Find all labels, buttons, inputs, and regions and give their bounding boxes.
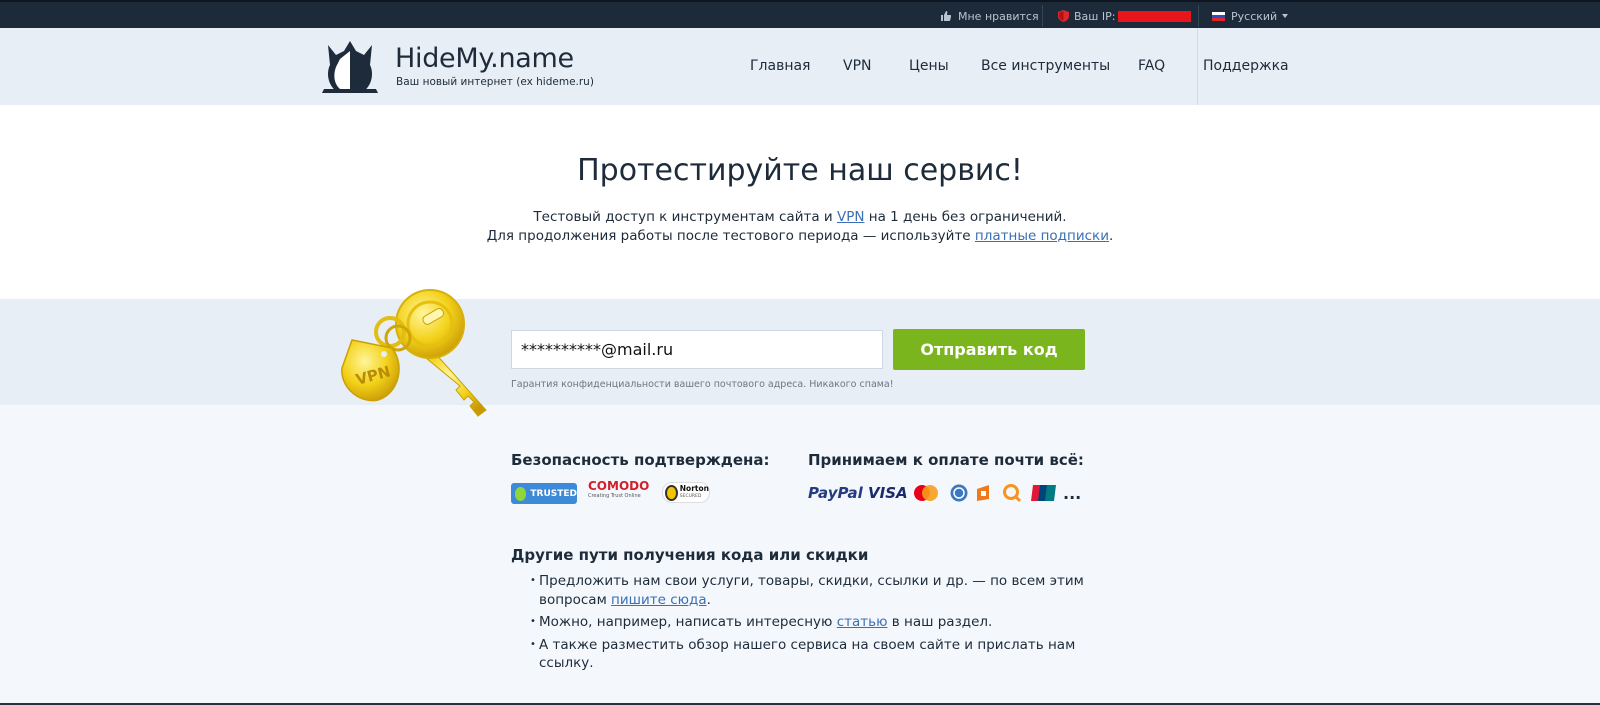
page-title: Протестируйте наш сервис! [577, 153, 1023, 188]
more-payment-methods: ... [1063, 483, 1082, 503]
topbar-divider [1198, 5, 1199, 27]
nav-home[interactable]: Главная [750, 58, 810, 74]
nav-divider [1197, 28, 1198, 105]
paypal-logo: PayPal [808, 483, 863, 503]
qiwi-icon [1003, 484, 1022, 503]
russia-flag-icon [1212, 11, 1225, 21]
norton-label: Norton [679, 483, 709, 493]
list-item: Можно, например, написать интересную ста… [530, 613, 1100, 632]
email-field[interactable]: **********@mail.ru [511, 330, 883, 369]
other-ways-list: Предложить нам свои услуги, товары, скид… [530, 572, 1100, 677]
paid-subscriptions-link[interactable]: платные подписки [975, 228, 1109, 244]
list-item-text: Можно, например, написать интересную [539, 614, 837, 630]
comodo-tagline: Creating Trust Online [588, 493, 641, 499]
hero-text: на 1 день без ограничений. [864, 209, 1067, 225]
hero-section: Протестируйте наш сервис! Тестовый досту… [0, 105, 1600, 299]
norton-check-icon [665, 484, 678, 501]
nav-faq[interactable]: FAQ [1138, 58, 1165, 74]
topbar-divider [1042, 5, 1043, 27]
nav-support[interactable]: Поддержка [1203, 58, 1289, 74]
norton-badge[interactable]: Norton SECURED [662, 482, 710, 503]
ip-display: Ваш IP: [1058, 2, 1192, 30]
send-code-button[interactable]: Отправить код [893, 329, 1085, 370]
logo-title[interactable]: HideMy.name [395, 43, 574, 74]
hero-text: . [1108, 228, 1114, 244]
comodo-label: COMODO [588, 479, 650, 493]
norton-text: Norton SECURED [679, 483, 709, 501]
mastercard-icon [914, 485, 938, 501]
security-title: Безопасность подтверждена: [511, 451, 770, 469]
visa-label: VISA [868, 484, 908, 502]
caret-down-icon [1282, 14, 1289, 18]
comodo-badge[interactable]: COMODO Creating Trust Online [588, 480, 652, 504]
article-link[interactable]: статью [837, 614, 888, 630]
hero-line-2: Для продолжения работы после тестового п… [0, 228, 1600, 244]
like-label: Мне нравится [958, 9, 1039, 23]
logo-subtitle: Ваш новый интернет (ex hideme.ru) [396, 76, 594, 88]
trusted-label: TRUSTED [530, 488, 577, 499]
yandex-money-icon [977, 485, 989, 501]
privacy-note: Гарантия конфиденциальности вашего почто… [511, 379, 894, 390]
webmoney-icon [950, 484, 968, 502]
trusted-badge[interactable]: TRUSTED [511, 483, 577, 504]
language-label: Русский [1231, 9, 1278, 23]
vpn-link[interactable]: VPN [837, 209, 864, 225]
ip-label: Ваш IP: [1074, 9, 1116, 23]
write-here-link[interactable]: пишите сюда [611, 592, 707, 608]
hero-line-1: Тестовый доступ к инструментам сайта и V… [0, 209, 1600, 225]
visa-logo: VISA [868, 483, 908, 503]
nav-all-tools[interactable]: Все инструменты [981, 58, 1110, 74]
list-item: Предложить нам свои услуги, товары, скид… [530, 572, 1100, 609]
thumbs-up-icon [941, 11, 952, 21]
list-item-text: . [706, 591, 711, 608]
nav-vpn[interactable]: VPN [843, 58, 872, 74]
nav-prices[interactable]: Цены [909, 58, 949, 74]
list-item: А также разместить обзор нашего сервиса … [530, 636, 1100, 673]
golden-keys-illustration: VPN [341, 289, 487, 417]
email-value: **********@mail.ru [521, 340, 674, 359]
hero-text: Тестовый доступ к инструментам сайта и [533, 209, 837, 225]
site-header: HideMy.name Ваш новый интернет (ex hidem… [0, 28, 1600, 105]
unionpay-icon [1031, 485, 1056, 501]
list-item-text: в наш раздел. [887, 614, 993, 630]
norton-secured-label: SECURED [679, 493, 702, 499]
payment-title: Принимаем к оплате почти всё: [808, 451, 1084, 469]
hero-text: Для продолжения работы после тестового п… [486, 228, 975, 244]
top-bar: Мне нравится Ваш IP: Русский [0, 0, 1600, 28]
check-icon [515, 486, 527, 501]
list-item-text: А также разместить обзор нашего сервиса … [539, 636, 1076, 672]
shield-icon [1058, 10, 1069, 22]
language-selector[interactable]: Русский [1212, 2, 1289, 30]
like-link[interactable]: Мне нравится [940, 2, 1039, 30]
other-ways-title: Другие пути получения кода или скидки [511, 546, 869, 564]
paypal-label: PayPal [808, 484, 863, 502]
logo-icon[interactable] [320, 37, 380, 95]
ip-redaction [1118, 10, 1192, 22]
